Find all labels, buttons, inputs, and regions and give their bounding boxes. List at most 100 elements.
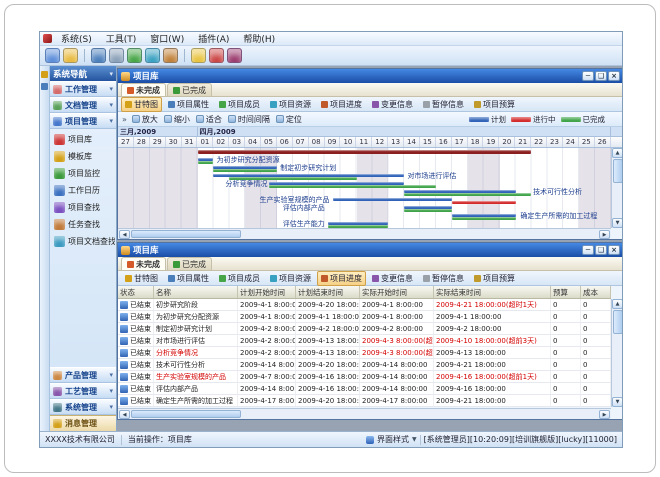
scroll-up-icon[interactable]: ▲ [612, 148, 622, 158]
table-row[interactable]: 已结束为初步研究分配资源2009-4-1 8:00:002009-4-1 18:… [118, 311, 611, 323]
gantt-bar-run[interactable] [452, 201, 516, 204]
vertical-scrollbar[interactable]: ▲ ▼ [611, 299, 622, 407]
state-tab[interactable]: 已完成 [167, 83, 212, 96]
sidebar-group[interactable]: 系统管理▾ [50, 399, 116, 415]
scroll-left-icon[interactable]: ◀ [119, 410, 130, 419]
new-icon[interactable] [45, 48, 60, 63]
chevron-down-icon[interactable]: ▾ [109, 70, 113, 78]
detail-tab[interactable]: 项目属性 [164, 97, 213, 112]
detail-tab[interactable]: 项目预算 [470, 271, 519, 286]
lock-icon[interactable] [191, 48, 206, 63]
state-tab[interactable]: 已完成 [167, 257, 212, 270]
zoom-in-button[interactable]: 放大 [132, 114, 158, 125]
folder-icon[interactable] [41, 71, 48, 78]
table-row[interactable]: 已结束生产实验室规模的产品2009-4-7 8:00:002009-4-16 1… [118, 371, 611, 383]
chevron-down-icon[interactable]: ▼ [412, 436, 417, 443]
table-row[interactable]: 已结束评估内部产品2009-4-14 8:00:002009-4-16 18:0… [118, 383, 611, 395]
column-header[interactable]: 计划开始时间 [238, 286, 296, 298]
open-icon[interactable] [63, 48, 78, 63]
gantt-bar-done[interactable] [269, 185, 436, 188]
detail-tab[interactable]: 项目成员 [215, 97, 264, 112]
close-button[interactable]: × [608, 245, 620, 255]
pin-icon[interactable] [41, 83, 48, 90]
scroll-up-icon[interactable]: ▲ [612, 299, 622, 309]
scroll-down-icon[interactable]: ▼ [612, 218, 622, 228]
overflow-chevron-icon[interactable]: » [122, 115, 127, 124]
menu-item[interactable]: 窗口(W) [143, 32, 191, 45]
column-header[interactable]: 实际开始时间 [360, 286, 434, 298]
detail-tab[interactable]: 甘特图 [121, 97, 162, 112]
sidebar-group[interactable]: 文档管理▾ [50, 97, 116, 113]
scrollbar-thumb[interactable] [131, 230, 241, 238]
gantt-bar-done[interactable] [452, 217, 516, 220]
sidebar-group[interactable]: 工作管理▾ [50, 81, 116, 97]
restore-button[interactable]: ❑ [595, 71, 607, 81]
sidebar-group[interactable]: 项目管理▾ [50, 113, 116, 129]
menu-item[interactable]: 帮助(H) [236, 32, 282, 45]
horizontal-scrollbar[interactable]: ◀ ▶ [118, 408, 611, 419]
sidebar-item[interactable]: 项目监控 [54, 167, 115, 180]
detail-tab[interactable]: 项目成员 [215, 271, 264, 286]
scroll-right-icon[interactable]: ▶ [599, 230, 610, 239]
table-row[interactable]: 已结束技术可行性分析2009-4-14 8:00:002009-4-20 18:… [118, 359, 611, 371]
locate-button[interactable]: 定位 [276, 114, 302, 125]
gantt-bar-done[interactable] [404, 193, 531, 196]
scroll-left-icon[interactable]: ◀ [119, 230, 130, 239]
detail-tab[interactable]: 甘特图 [121, 271, 162, 286]
table-row[interactable]: 已结束制定初步研究计划2009-4-2 8:00:002009-4-2 18:0… [118, 323, 611, 335]
detail-tab[interactable]: 暂停信息 [419, 271, 468, 286]
detail-tab[interactable]: 变更信息 [368, 97, 417, 112]
detail-tab[interactable]: 项目预算 [470, 97, 519, 112]
detail-tab[interactable]: 项目属性 [164, 271, 213, 286]
scroll-right-icon[interactable]: ▶ [599, 410, 610, 419]
detail-tab[interactable]: 变更信息 [368, 271, 417, 286]
restore-button[interactable]: ❑ [595, 245, 607, 255]
print-icon[interactable] [109, 48, 124, 63]
detail-tab[interactable]: 项目资源 [266, 271, 315, 286]
detail-tab[interactable]: 项目进度 [317, 97, 366, 112]
sidebar-group[interactable]: 工艺管理▾ [50, 383, 116, 399]
gantt-bar-done[interactable] [198, 161, 214, 164]
detail-tab[interactable]: 项目资源 [266, 97, 315, 112]
menu-item[interactable]: 系统(S) [54, 32, 99, 45]
time-interval-button[interactable]: 时间间隔 [228, 114, 270, 125]
scrollbar-thumb[interactable] [613, 159, 623, 183]
state-tab[interactable]: 未完成 [121, 257, 166, 270]
gantt-bar-summary[interactable] [198, 150, 532, 154]
sidebar-bottom-tab[interactable]: 消息管理 [50, 415, 116, 431]
settings-icon[interactable] [163, 48, 178, 63]
gantt-bar-done[interactable] [213, 169, 277, 172]
fit-button[interactable]: 适合 [196, 114, 222, 125]
minimize-button[interactable]: ─ [582, 245, 594, 255]
window-titlebar[interactable]: 项目库 ─ ❑ × [118, 69, 622, 83]
table-row[interactable]: 已结束确定生产所需的加工过程2009-4-17 8:00:002009-4-20… [118, 395, 611, 407]
window-titlebar[interactable]: 项目库 ─ ❑ × [118, 243, 622, 257]
state-tab[interactable]: 未完成 [121, 83, 166, 96]
sidebar-item[interactable]: 项目查找 [54, 201, 115, 214]
table-row[interactable]: 已结束分析竞争情况2009-4-2 8:00:002009-4-13 18:00… [118, 347, 611, 359]
menu-item[interactable]: 工具(T) [99, 32, 144, 45]
refresh-icon[interactable] [127, 48, 142, 63]
sidebar-item[interactable]: 项目库 [54, 133, 115, 146]
minimize-button[interactable]: ─ [582, 71, 594, 81]
scroll-down-icon[interactable]: ▼ [612, 397, 622, 407]
exit-icon[interactable] [227, 48, 242, 63]
detail-tab[interactable]: 暂停信息 [419, 97, 468, 112]
sidebar-item[interactable]: 项目文档查找 [54, 235, 115, 248]
horizontal-scrollbar[interactable]: ◀ ▶ [118, 228, 611, 239]
detail-tab[interactable]: 项目进度 [317, 271, 366, 286]
sidebar-item[interactable]: 任务查找 [54, 218, 115, 231]
sidebar-item[interactable]: 工作日历 [54, 184, 115, 197]
menu-item[interactable]: 插件(A) [191, 32, 236, 45]
save-icon[interactable] [91, 48, 106, 63]
close-button[interactable]: × [608, 71, 620, 81]
column-header[interactable]: 成本 [581, 286, 611, 298]
style-selector[interactable]: 界面样式 [377, 434, 409, 445]
zoom-out-button[interactable]: 缩小 [164, 114, 190, 125]
column-header[interactable]: 状态 [118, 286, 154, 298]
column-header[interactable]: 计划结束时间 [296, 286, 360, 298]
table-row[interactable]: 已结束对市场进行评估2009-4-2 8:00:002009-4-13 18:0… [118, 335, 611, 347]
scrollbar-thumb[interactable] [613, 310, 623, 334]
vertical-scrollbar[interactable]: ▲ ▼ [611, 148, 622, 228]
sidebar-group[interactable]: 产品管理▾ [50, 367, 116, 383]
